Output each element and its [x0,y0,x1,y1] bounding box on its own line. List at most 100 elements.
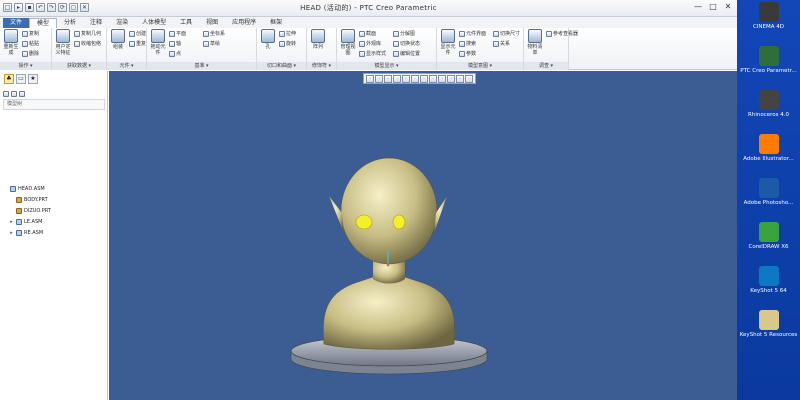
tab-8[interactable]: 框架 [263,18,289,28]
ribbon-group-4: 孔 拉伸旋转切口和曲面 ▾ [257,28,307,70]
ribbon-button-6-6[interactable]: 编辑位置 [393,50,420,57]
tree-item[interactable]: BODY.PRT [3,194,105,205]
favorites-tab[interactable]: ★ [28,74,38,84]
ribbon-group-label[interactable]: 元件 ▾ [107,62,146,70]
desktop-shortcut[interactable]: Rhinoceros 4.0 [739,90,798,118]
tab-3[interactable]: 渲染 [109,18,135,28]
tree-item[interactable]: HEAD.ASM [3,183,105,194]
ribbon-button-label: 草绘 [210,41,221,47]
model-tree-tab[interactable]: ♣ [4,74,14,84]
tab-6[interactable]: 视图 [199,18,225,28]
tab-2[interactable]: 注释 [83,18,109,28]
ribbon-button-7-5[interactable]: 关系 [493,40,510,47]
minimize-button[interactable]: — [691,2,705,13]
ribbon-button-1-0[interactable]: 用户定义特征 [54,29,72,56]
folder-browser-tab[interactable]: ▭ [16,74,26,84]
repaint-icon[interactable]: · [393,75,401,83]
display-style-icon[interactable]: · [402,75,410,83]
expand-arrow-icon[interactable]: ▸ [9,228,14,238]
zoom-out-icon[interactable]: · [384,75,392,83]
tab-7[interactable]: 应用程序 [225,18,263,28]
ribbon-button-2-0[interactable]: 组装 [109,29,127,50]
ribbon-button-0-1[interactable]: 复制 [22,30,39,37]
desktop-shortcut-label: CINEMA 4D [752,24,785,30]
ribbon-button-3-2[interactable]: 轴 [169,40,181,47]
ribbon-button-4-0[interactable]: 孔 [259,29,277,50]
refit-icon[interactable]: · [366,75,374,83]
ribbon-button-6-0[interactable]: 管理视图 [339,29,357,56]
ribbon-button-3-3[interactable]: 点 [169,50,181,57]
tree-title: 模型树 [3,99,105,110]
ribbon-button-label: 外观库 [366,41,382,47]
ribbon-group-label[interactable]: 模型意图 ▾ [437,62,523,70]
ribbon-button-2-2[interactable]: 重复 [129,40,146,47]
ribbon-button-7-3[interactable]: 参数 [459,50,476,57]
saved-views-icon[interactable]: · [411,75,419,83]
ribbon-button-4-2[interactable]: 旋转 [279,40,296,47]
expand-arrow-icon[interactable]: ▸ [9,217,14,227]
tab-0[interactable]: 模型 [29,18,58,28]
ribbon-button-1-2[interactable]: 收缩包络 [74,40,101,47]
ribbon-button-0-0[interactable]: 重新生成 [2,29,20,56]
ribbon-button-0-2[interactable]: 粘贴 [22,40,39,47]
ribbon-button-6-5[interactable]: 切换状态 [393,40,420,47]
desktop-shortcut[interactable]: Adobe Illustrator... [739,134,798,162]
ribbon-button-7-2[interactable]: 搜索 [459,40,476,47]
maximize-button[interactable]: □ [706,2,720,13]
ribbon-group-label[interactable]: 操作 ▾ [0,62,51,70]
perspective-icon[interactable]: · [447,75,455,83]
zoom-in-icon[interactable]: · [375,75,383,83]
ribbon-group-label[interactable]: 修饰符 ▾ [307,62,336,70]
tab-5[interactable]: 工具 [173,18,199,28]
tab-1[interactable]: 分析 [57,18,83,28]
desktop-shortcut[interactable]: PTC Creo Parametr... [739,46,798,74]
tree-item[interactable]: DIZUO.PRT [3,205,105,216]
ribbon-button-4-1[interactable]: 拉伸 [279,30,296,37]
settings-icon[interactable] [11,90,17,97]
desktop-shortcut[interactable]: CINEMA 4D [739,2,798,30]
ribbon-button-6-1[interactable]: 截面 [359,30,376,37]
ribbon-button-3-0[interactable]: 拖动元件 [149,29,167,56]
ribbon-button-0-3[interactable]: 删除 [22,50,39,57]
ribbon-button-3-1[interactable]: 平面 [169,30,186,37]
ribbon-button-8-0[interactable]: 物料清单 [526,29,544,56]
ribbon-group-label[interactable]: 切口和曲面 ▾ [257,62,306,70]
spin-center-icon[interactable]: · [429,75,437,83]
desktop-shortcut[interactable]: KeyShot 5 Resources [739,310,798,338]
annotation-display-icon[interactable]: · [438,75,446,83]
ribbon-button-5-0[interactable]: 阵列 [309,29,327,50]
ribbon-button-3-5[interactable]: 草绘 [203,40,220,47]
tab-4[interactable]: 人体模型 [135,18,173,28]
section-icon[interactable]: · [456,75,464,83]
close-button[interactable]: ✕ [721,2,735,13]
ribbon-button-7-4[interactable]: 切换尺寸 [493,30,520,37]
ribbon-group-label[interactable]: 调查 ▾ [524,62,568,70]
filter-icon[interactable] [19,90,25,97]
appearance-icon[interactable]: · [465,75,473,83]
ribbon-icon [4,29,18,43]
show-icon[interactable] [3,90,9,97]
desktop-shortcut[interactable]: Adobe Photosho... [739,178,798,206]
ribbon-button-7-0[interactable]: 显示元件 [439,29,457,56]
ribbon-button-6-2[interactable]: 外观库 [359,40,381,47]
ribbon-button-6-4[interactable]: 分解图 [393,30,415,37]
tree-item[interactable]: ▸ RE.ASM [3,227,105,238]
ribbon-button-8-1[interactable]: 参考查看器 [546,30,578,37]
ribbon-button-6-3[interactable]: 显示样式 [359,50,386,57]
desktop-shortcut[interactable]: KeyShot 5 64 [739,266,798,294]
desktop-shortcut[interactable]: CorelDRAW X6 [739,222,798,250]
ribbon-button-label: 参考查看器 [553,31,579,37]
ribbon-button-1-1[interactable]: 复制几何 [74,30,101,37]
file-menu[interactable]: 文件 [3,18,30,28]
head-model-render [290,157,488,375]
tree-item[interactable]: ▸ LE.ASM [3,216,105,227]
ribbon-group-label[interactable]: 获取数据 ▾ [52,62,106,70]
ribbon-group-label[interactable]: 基准 ▾ [147,62,256,70]
ribbon-button-7-1[interactable]: 元件界面 [459,30,486,37]
datum-display-icon[interactable]: · [420,75,428,83]
ribbon-button-2-1[interactable]: 创建 [129,30,146,37]
graphics-area[interactable]: · · · · · · · · · · · · [109,71,737,400]
ribbon-button-3-4[interactable]: 坐标系 [203,30,225,37]
ribbon-group-5: 阵列修饰符 ▾ [307,28,337,70]
ribbon-group-label[interactable]: 模型显示 ▾ [337,62,436,70]
